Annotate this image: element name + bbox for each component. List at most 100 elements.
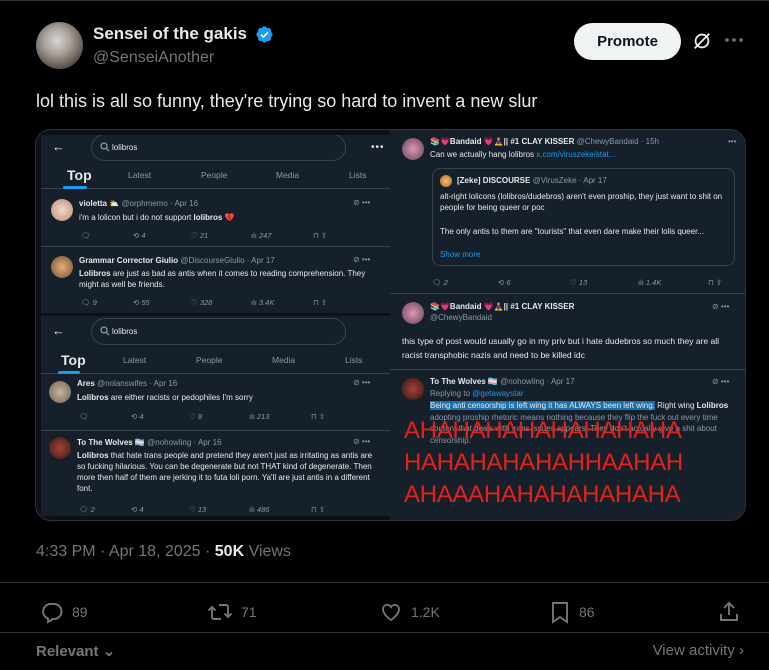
repost-icon bbox=[207, 604, 233, 620]
more-icon: ••• bbox=[728, 137, 737, 146]
views-count: 50K bbox=[214, 543, 245, 560]
verified-badge-icon bbox=[256, 26, 273, 43]
reply-button[interactable]: 89 bbox=[40, 600, 88, 624]
list-item: To The Wolves 🏳️‍⚧️ @nohowling · Apr 17 … bbox=[390, 370, 745, 520]
laugh-overlay-line: AHAHAHAHAHAHAHAHA bbox=[404, 417, 682, 444]
reply-icon bbox=[42, 603, 63, 624]
tab-people: People bbox=[196, 355, 223, 365]
post-icons: ⊘ ••• bbox=[712, 302, 730, 311]
bookmark-count: 86 bbox=[579, 604, 595, 620]
post-header: Ares @nolanswifes · Apr 16 bbox=[77, 379, 178, 388]
avatar bbox=[402, 138, 424, 160]
more-options-icon[interactable] bbox=[722, 28, 746, 52]
tweet-header: Sensei of the gakis @SenseiAnother Promo… bbox=[36, 22, 746, 74]
post-text: i'm a lolicon but i do not support lolib… bbox=[79, 213, 235, 222]
back-arrow-icon: ← bbox=[52, 139, 65, 154]
laugh-overlay-line: AHAAAHAHAHAHAHAHA bbox=[404, 481, 681, 508]
quote-text: The only antis to them are "tourists" th… bbox=[440, 227, 705, 236]
tab-latest: Latest bbox=[128, 170, 152, 180]
post-icons: ⊘ ••• bbox=[712, 377, 730, 386]
search-icon bbox=[100, 326, 110, 336]
laugh-overlay-line: HAHAHAHAHAHHAAHAH bbox=[404, 449, 683, 476]
post-text: Can we actually hang lolibros x.com/viru… bbox=[430, 150, 616, 159]
like-count: 1.2K bbox=[411, 604, 440, 620]
list-item: Grammar Corrector Giulio @DiscourseGiuli… bbox=[41, 247, 391, 313]
search-icon bbox=[100, 142, 110, 152]
chevron-right-icon: › bbox=[739, 642, 744, 659]
list-item: 📚💗Bandaid 💗🧘‍♀️|| #1 CLAY KISSER @ChewyB… bbox=[390, 130, 745, 294]
tab-lists: Lists bbox=[349, 170, 367, 180]
post-header: 📚💗Bandaid 💗🧘‍♀️|| #1 CLAY KISSER @ChewyB… bbox=[430, 137, 659, 146]
tweet-media[interactable]: ← lolibros ••• Top Latest People Media L… bbox=[35, 129, 746, 521]
reply-count: 89 bbox=[72, 604, 88, 620]
author-name[interactable]: Sensei of the gakis bbox=[93, 24, 247, 44]
post-header: violetta ⛅ @orphmemo · Apr 16 bbox=[79, 199, 199, 208]
reply-sort-bar: Relevant ⌄ View activity › bbox=[36, 640, 746, 662]
bookmark-button[interactable]: 86 bbox=[549, 600, 595, 624]
post-icons: ⊘ ••• bbox=[353, 255, 371, 264]
avatar bbox=[49, 381, 71, 403]
search-input: lolibros bbox=[91, 318, 346, 345]
list-item: Ares @nolanswifes · Apr 16 ⊘ ••• Lolibro… bbox=[41, 375, 391, 431]
search-tabs: Top Latest People Media Lists bbox=[41, 165, 391, 189]
avatar bbox=[402, 378, 424, 400]
promote-button[interactable]: Promote bbox=[574, 23, 681, 60]
avatar bbox=[440, 175, 452, 187]
tab-top: Top bbox=[67, 167, 92, 183]
repost-count: 71 bbox=[241, 604, 257, 620]
list-item: 📚💗Bandaid 💗🧘‍♀️|| #1 CLAY KISSER @ChewyB… bbox=[390, 294, 745, 370]
quote-text: alt-right lolicons (lolibros/dudebros) a… bbox=[440, 192, 723, 212]
repost-button[interactable]: 71 bbox=[207, 600, 257, 624]
search-input: lolibros bbox=[91, 135, 346, 161]
tab-lists: Lists bbox=[345, 355, 363, 365]
divider bbox=[0, 632, 769, 633]
tab-top: Top bbox=[61, 352, 86, 368]
divider bbox=[0, 582, 769, 583]
post-text: Lolibros are either racists or pedophile… bbox=[77, 393, 253, 402]
post-handle: @ChewyBandaid bbox=[430, 313, 492, 322]
search-bar: ← lolibros ••• bbox=[46, 135, 386, 161]
share-icon bbox=[720, 601, 738, 621]
tab-latest: Latest bbox=[123, 355, 147, 365]
quote-tweet: [Zeke] DISCOURSE @VirusZeke · Apr 17 alt… bbox=[432, 168, 735, 266]
post-header: [Zeke] DISCOURSE @VirusZeke · Apr 17 bbox=[457, 176, 607, 185]
tab-media: Media bbox=[276, 170, 300, 180]
like-button[interactable]: 1.2K bbox=[379, 600, 440, 624]
tweet-timestamp[interactable]: 4:33 PM · Apr 18, 2025 · 50K Views bbox=[36, 543, 291, 561]
more-icon: ••• bbox=[371, 142, 385, 153]
post-header: 📚💗Bandaid 💗🧘‍♀️|| #1 CLAY KISSER bbox=[430, 302, 575, 311]
search-tabs: Top Latest People Media Lists bbox=[41, 350, 391, 374]
post-text: Lolibros that hate trans people and pret… bbox=[77, 451, 373, 493]
view-activity-link[interactable]: View activity › bbox=[653, 642, 744, 659]
chevron-down-icon: ⌄ bbox=[102, 643, 116, 660]
post-icons: ⊘ ••• bbox=[353, 378, 371, 387]
show-more-link: Show more bbox=[440, 250, 481, 259]
post-header: Grammar Corrector Giulio @DiscourseGiuli… bbox=[79, 256, 275, 265]
tab-underline bbox=[63, 186, 87, 189]
post-header: To The Wolves 🏳️‍⚧️ @nohowling · Apr 16 bbox=[77, 438, 222, 447]
screenshot-search-top: ← lolibros ••• Top Latest People Media L… bbox=[41, 135, 391, 313]
screenshot-search-bottom: ← lolibros Top Latest People Media Lists… bbox=[41, 316, 391, 516]
avatar bbox=[51, 256, 73, 278]
search-bar: ← lolibros bbox=[46, 318, 386, 345]
view-activity-label: View activity bbox=[652, 642, 735, 659]
replying-to: Replying to @getawaystar bbox=[430, 389, 524, 398]
list-item: violetta ⛅ @orphmemo · Apr 16 ⊘ ••• i'm … bbox=[41, 190, 391, 247]
list-item: To The Wolves 🏳️‍⚧️ @nohowling · Apr 16 … bbox=[41, 431, 391, 516]
grok-icon[interactable] bbox=[691, 30, 713, 52]
bookmark-icon bbox=[552, 602, 568, 624]
post-header: To The Wolves 🏳️‍⚧️ @nohowling · Apr 17 bbox=[430, 377, 575, 386]
avatar[interactable] bbox=[36, 22, 83, 69]
avatar bbox=[402, 302, 424, 324]
share-button[interactable] bbox=[717, 600, 741, 624]
sort-label: Relevant bbox=[36, 643, 99, 660]
sort-dropdown[interactable]: Relevant ⌄ bbox=[36, 642, 115, 660]
avatar bbox=[49, 437, 71, 459]
top-divider bbox=[0, 0, 769, 1]
avatar bbox=[51, 199, 73, 221]
post-text: this type of post would usually go in my… bbox=[402, 336, 720, 360]
search-query: lolibros bbox=[112, 143, 138, 152]
post-icons: ⊘ ••• bbox=[353, 198, 371, 207]
author-handle[interactable]: @SenseiAnother bbox=[93, 49, 214, 67]
action-bar: 89 71 1.2K 86 bbox=[36, 598, 746, 630]
